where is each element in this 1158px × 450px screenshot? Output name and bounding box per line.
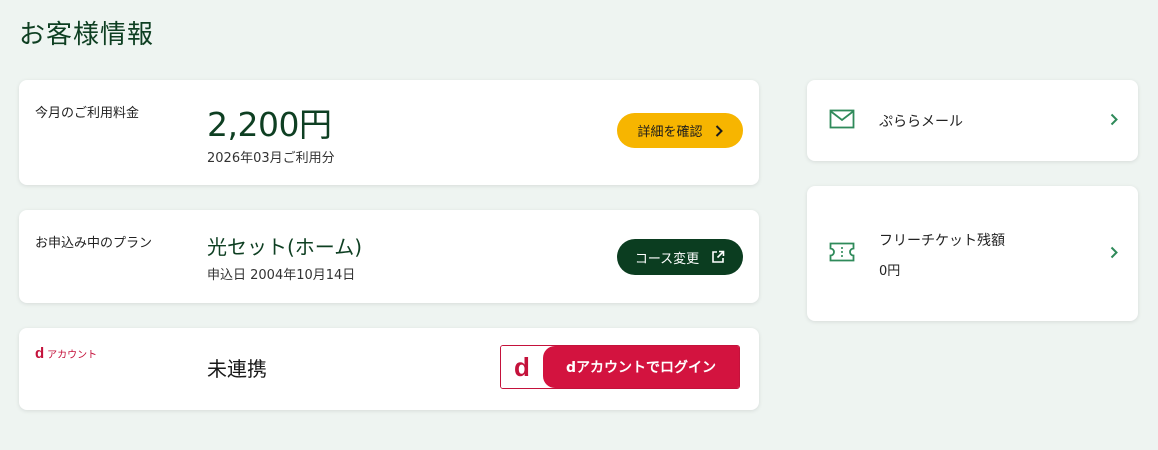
detail-confirm-label: 詳細を確認 bbox=[637, 125, 703, 140]
free-ticket-label: フリーチケット残額 bbox=[879, 233, 1005, 249]
plan-name: 光セット(ホーム) bbox=[207, 235, 363, 259]
mail-icon bbox=[829, 109, 855, 129]
monthly-fee-amount: 2,200円 bbox=[207, 105, 332, 144]
plan-applied-date: 申込日 2004年10月14日 bbox=[207, 268, 356, 283]
chevron-right-icon bbox=[1110, 113, 1118, 126]
detail-confirm-button[interactable]: 詳細を確認 bbox=[617, 113, 743, 148]
d-account-status: 未連携 bbox=[207, 357, 267, 381]
free-ticket-balance: 0円 bbox=[879, 264, 901, 279]
monthly-fee-period: 2026年03月ご利用分 bbox=[207, 151, 335, 166]
d-logo-icon: d bbox=[501, 346, 543, 388]
chevron-right-icon bbox=[715, 124, 723, 137]
d-logo-text: アカウント bbox=[47, 350, 98, 361]
d-account-login-button[interactable]: d dアカウントでログイン bbox=[500, 345, 740, 389]
course-change-label: コース変更 bbox=[634, 251, 700, 267]
monthly-fee-card: 今月のご利用料金 2,200円 2026年03月ご利用分 詳細を確認 bbox=[19, 80, 759, 185]
course-change-button[interactable]: コース変更 bbox=[617, 239, 743, 275]
monthly-fee-label: 今月のご利用料金 bbox=[35, 106, 140, 121]
d-account-logo: d アカウント bbox=[35, 346, 97, 361]
free-ticket-card[interactable]: フリーチケット残額 0円 bbox=[807, 186, 1138, 321]
d-logo-glyph: d bbox=[35, 345, 45, 362]
d-account-card: d アカウント 未連携 d dアカウントでログイン bbox=[19, 328, 759, 410]
plan-card: お申込み中のプラン 光セット(ホーム) 申込日 2004年10月14日 コース変… bbox=[19, 210, 759, 303]
plala-mail-card[interactable]: ぷららメール bbox=[807, 80, 1138, 161]
chevron-right-icon bbox=[1110, 246, 1118, 259]
external-link-icon bbox=[712, 250, 725, 263]
plan-label: お申込み中のプラン bbox=[35, 236, 153, 251]
ticket-icon bbox=[829, 242, 855, 262]
plala-mail-label: ぷららメール bbox=[879, 114, 963, 130]
d-account-login-label: dアカウントでログイン bbox=[543, 346, 739, 388]
page-title: お客様情報 bbox=[19, 20, 155, 50]
